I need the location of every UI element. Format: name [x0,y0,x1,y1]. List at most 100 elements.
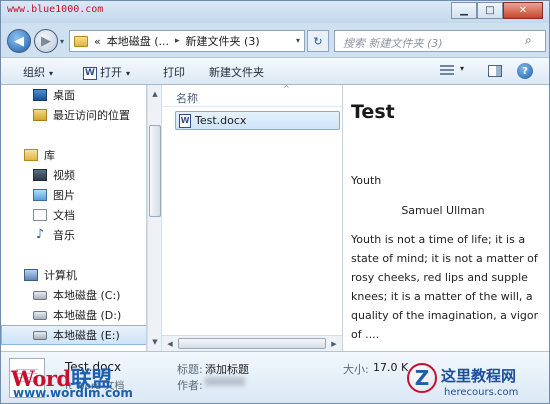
navigation-pane: 桌面 最近访问的位置 库 视频 图片 文档 ♪ 音乐 计算机 本地磁盘 (C:)… [1,85,147,351]
nav-item-label: 本地磁盘 (E:) [53,329,120,342]
scroll-up-icon[interactable]: ▲ [149,87,161,101]
nav-item-drive-c[interactable]: 本地磁盘 (C:) [1,285,146,305]
scroll-thumb[interactable] [149,125,161,217]
back-button[interactable]: ◀ [7,29,31,53]
column-header: ^ 名称 [162,84,342,107]
desktop-icon [33,89,47,101]
view-options-icon [440,65,454,77]
address-dropdown-icon[interactable]: ▾ [296,36,300,45]
nav-item-label: 最近访问的位置 [53,109,130,122]
maximize-button[interactable]: □ [477,2,503,19]
title-bar: www.blue1000.com ▁ □ ✕ [1,1,549,23]
preview-body: Youth is not a time of life; it is a sta… [351,233,539,341]
details-size-label: 大小: [343,363,369,376]
help-icon: ? [517,63,533,79]
nav-item-label: 图片 [53,189,75,202]
search-icon[interactable]: ⌕ [525,33,541,49]
nav-item-label: 计算机 [44,269,77,282]
preview-pane-icon [488,65,502,77]
video-icon [33,169,47,181]
recent-pages-dropdown[interactable]: ▾ [60,37,64,46]
explorer-window: www.blue1000.com ▁ □ ✕ ◀ ▶ ▾ « 本地磁盘 (...… [0,0,550,404]
scroll-thumb[interactable] [178,338,326,349]
open-label: 打开 [100,66,122,79]
watermark-url-top: www.blue1000.com [7,4,104,15]
nav-item-library[interactable]: 库 [1,145,146,165]
nav-item-pictures[interactable]: 图片 [1,185,146,205]
nav-item-music[interactable]: ♪ 音乐 [1,225,146,245]
drive-icon [33,330,47,340]
nav-item-videos[interactable]: 视频 [1,165,146,185]
details-author-value-blurred[interactable] [205,377,245,386]
details-title-label: 标题: [177,363,203,376]
nav-item-computer[interactable]: 计算机 [1,265,146,285]
scroll-right-icon[interactable]: ▶ [327,337,341,351]
preview-pane-button[interactable] [485,62,505,80]
forward-button[interactable]: ▶ [34,29,58,53]
column-name-header[interactable]: 名称 [176,90,198,106]
nav-item-desktop[interactable]: 桌面 [1,85,146,105]
preview-author: Samuel Ullman [401,204,485,217]
documents-icon [33,209,47,221]
herecours-site-url: herecours.com [444,387,519,398]
view-dropdown-icon[interactable]: ▾ [460,64,464,73]
nav-item-documents[interactable]: 文档 [1,205,146,225]
details-size-value: 17.0 K [373,361,409,374]
command-bar: 组织 ▾ W 打开 ▾ 打印 新建文件夹 ▾ ? [1,57,549,85]
help-button[interactable]: ? [515,62,535,80]
organize-label: 组织 [23,66,45,79]
word-document-icon: W [179,113,191,128]
music-icon: ♪ [35,227,45,242]
scroll-down-icon[interactable]: ▼ [149,335,161,349]
file-name: Test.docx [195,114,247,127]
nav-item-label: 视频 [53,169,75,182]
preview-title: Test [351,101,395,123]
close-button[interactable]: ✕ [503,2,543,19]
breadcrumb-folder[interactable]: 新建文件夹 (3) [186,33,260,49]
nav-item-label: 桌面 [53,89,75,102]
minimize-button[interactable]: ▁ [451,2,477,19]
window-controls: ▁ □ ✕ [451,2,543,19]
nav-item-drive-d[interactable]: 本地磁盘 (D:) [1,305,146,325]
recent-places-icon [33,109,47,121]
preview-heading: Youth [351,174,382,187]
details-title-value[interactable]: 添加标题 [205,361,249,377]
nav-item-label: 本地磁盘 (D:) [53,309,122,322]
herecours-site-name: 这里教程网 [441,367,517,385]
drive-icon [33,310,47,320]
address-row: ◀ ▶ ▾ « 本地磁盘 (... ▸ 新建文件夹 (3) ▾ ↻ 搜索 新建文… [1,23,549,57]
address-bar[interactable]: « 本地磁盘 (... ▸ 新建文件夹 (3) ▾ [69,30,305,52]
chevron-down-icon: ▾ [49,69,54,78]
computer-icon [24,269,38,281]
nav-item-recent-places[interactable]: 最近访问的位置 [1,105,146,125]
search-box[interactable]: 搜索 新建文件夹 (3) ⌕ [334,30,546,52]
open-button[interactable]: W 打开 ▾ [83,64,130,80]
scroll-left-icon[interactable]: ◀ [163,337,177,351]
breadcrumb-drive[interactable]: 本地磁盘 (... [107,33,169,49]
nav-item-label: 本地磁盘 (C:) [53,289,121,302]
nav-vertical-scrollbar[interactable]: ▲ ▼ [147,85,161,351]
folder-icon [74,35,88,47]
details-author-label: 作者: [177,379,203,392]
file-horizontal-scrollbar[interactable]: ◀ ▶ [162,335,342,351]
drive-icon [33,290,47,300]
pictures-icon [33,189,47,201]
nav-item-label: 库 [44,149,55,162]
new-folder-button[interactable]: 新建文件夹 [209,64,264,80]
herecours-logo-icon: Z [407,363,437,393]
breadcrumb-overflow[interactable]: « [94,35,101,48]
breadcrumb-separator-icon[interactable]: ▸ [175,36,180,46]
file-item[interactable]: W Test.docx [175,111,340,130]
chevron-down-icon: ▾ [126,69,131,78]
organize-menu[interactable]: 组织 ▾ [23,64,53,80]
sort-ascending-icon: ^ [283,84,290,93]
nav-item-label: 音乐 [53,229,75,242]
preview-pane: Test Youth Samuel Ullman Youth is not a … [342,85,549,351]
change-view-button[interactable] [437,62,457,80]
refresh-button[interactable]: ↻ [307,30,329,52]
library-icon [24,149,38,161]
file-list: ^ 名称 W Test.docx [162,84,342,351]
word-icon: W [83,66,97,80]
print-button[interactable]: 打印 [163,64,185,80]
nav-item-drive-e[interactable]: 本地磁盘 (E:) [1,325,146,345]
